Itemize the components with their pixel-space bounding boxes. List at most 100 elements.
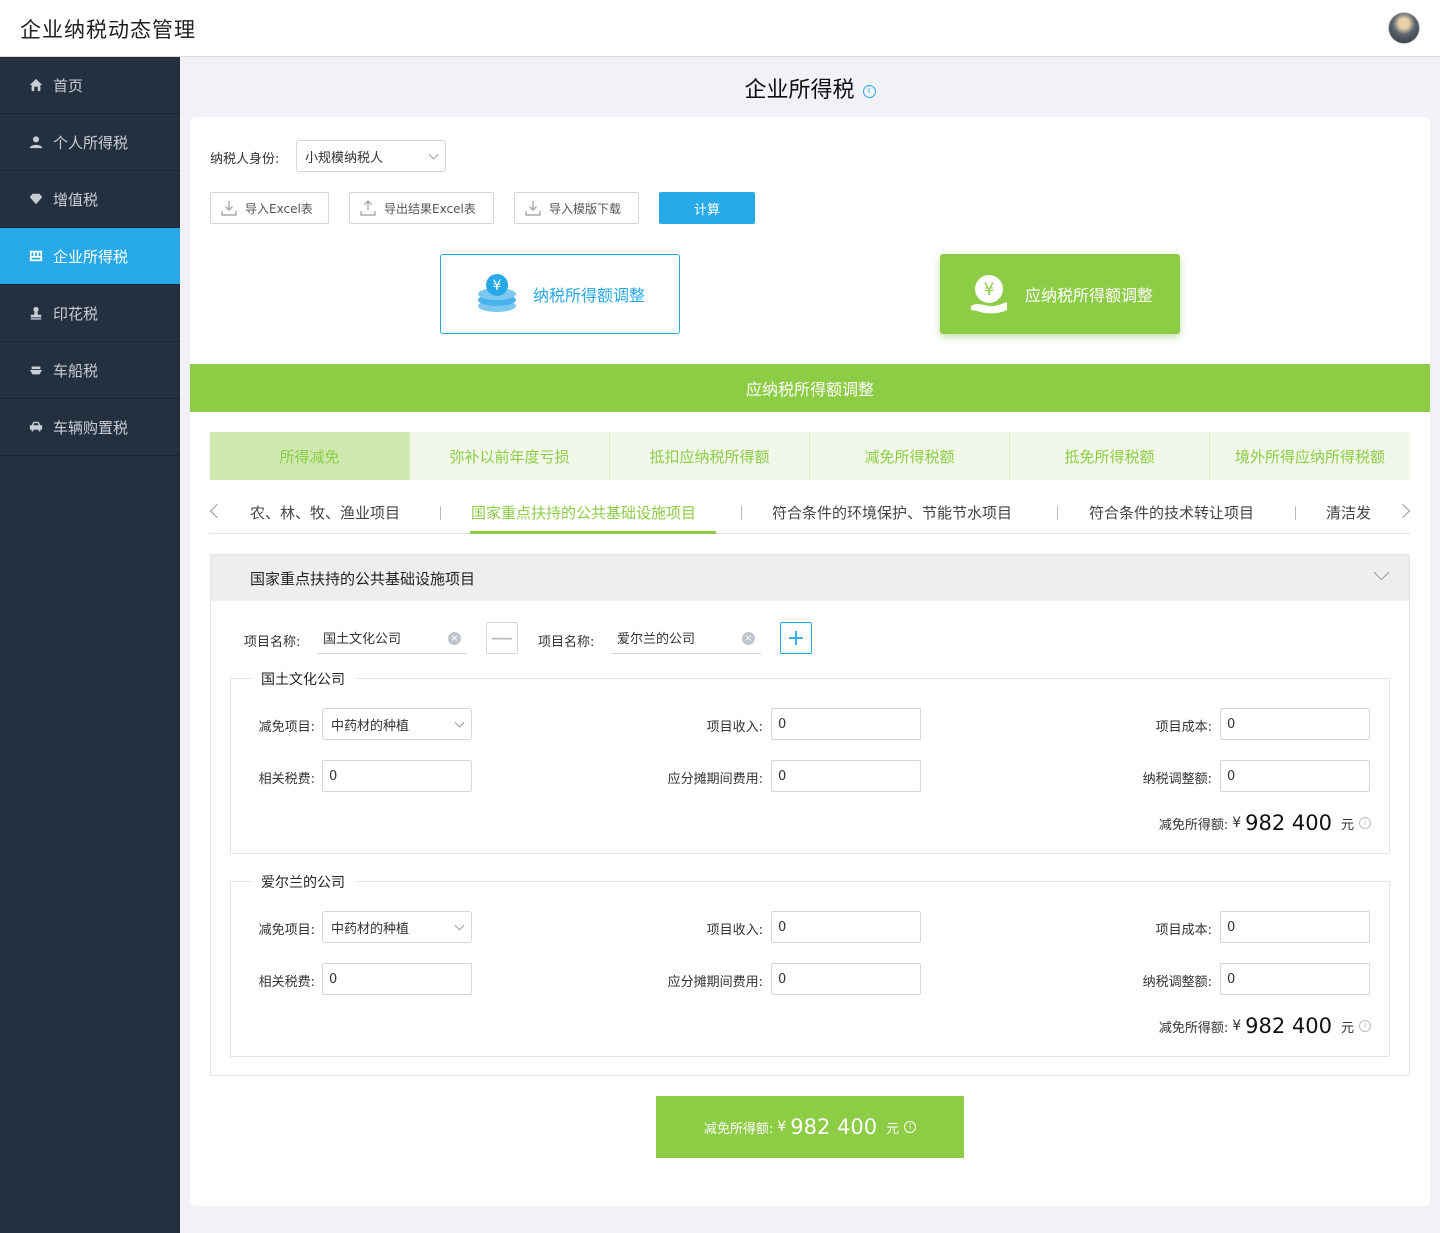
- tab-tax-credit[interactable]: 抵免所得税额: [1010, 432, 1210, 480]
- section-header-bar: 应纳税所得额调整: [190, 364, 1430, 412]
- project-cost-input[interactable]: 0: [1220, 708, 1370, 740]
- page-title-text: 企业所得税: [744, 78, 855, 103]
- car-icon: [28, 419, 44, 435]
- tab-foreign-income-tax[interactable]: 境外所得应纳所得税额: [1210, 432, 1410, 480]
- project-cost-label: 项目成本:: [1155, 720, 1212, 735]
- subtab-divider: [440, 506, 441, 520]
- subtab-divider: [741, 506, 742, 520]
- calculate-button[interactable]: 计算: [659, 192, 755, 224]
- avatar[interactable]: [1388, 12, 1420, 44]
- info-icon[interactable]: i: [904, 1121, 917, 1133]
- clear-icon[interactable]: ×: [448, 632, 461, 645]
- total-exempt-income-button[interactable]: 减免所得额: ¥ 982 400 元 i: [656, 1096, 964, 1158]
- subtab-agriculture[interactable]: 农、林、牧、渔业项目: [250, 502, 400, 523]
- exempt-item-label: 减免项目:: [258, 923, 315, 938]
- currency-symbol: ¥: [777, 1119, 787, 1135]
- sidebar-item-stamp-tax[interactable]: 印花税: [0, 285, 180, 342]
- collapse-panel: 国家重点扶持的公共基础设施项目 项目名称: 国土文化公司 × — 项目名称: 爱…: [210, 554, 1410, 1076]
- clear-icon[interactable]: ×: [742, 632, 755, 645]
- active-subtab-underline: [470, 531, 716, 534]
- coins-icon: ¥: [477, 274, 516, 312]
- download-icon: [221, 200, 237, 216]
- import-excel-button[interactable]: 导入Excel表: [210, 192, 329, 224]
- building-icon: [28, 248, 44, 264]
- info-icon[interactable]: i: [1359, 1020, 1371, 1032]
- related-taxes-label: 相关税费:: [258, 772, 315, 787]
- tax-adjustment-label: 纳税调整额:: [1142, 975, 1212, 990]
- payable-income-adjust-label: 应纳税所得额调整: [1024, 286, 1153, 305]
- home-icon: [28, 77, 44, 93]
- apportioned-expense-label: 应分摊期间费用:: [667, 772, 763, 787]
- sidebar-item-vehicle-purchase-tax[interactable]: 车辆购置税: [0, 399, 180, 456]
- info-icon[interactable]: i: [1359, 817, 1371, 829]
- svg-text:¥: ¥: [984, 280, 995, 300]
- add-project-button[interactable]: +: [780, 622, 812, 654]
- currency-unit: 元: [886, 1121, 900, 1137]
- boat-icon: [28, 362, 44, 378]
- apportioned-expense-input[interactable]: 0: [771, 760, 921, 792]
- apportioned-expense-input[interactable]: 0: [771, 963, 921, 995]
- top-header: 企业纳税动态管理: [0, 0, 1440, 57]
- chevron-down-icon[interactable]: [1373, 564, 1390, 581]
- project-cost-label: 项目成本:: [1155, 923, 1212, 938]
- download-template-button[interactable]: 导入模版下载: [514, 192, 639, 224]
- sidebar-item-personal-income-tax[interactable]: 个人所得税: [0, 114, 180, 171]
- sidebar-item-vessel-tax[interactable]: 车船税: [0, 342, 180, 399]
- download-template-label: 导入模版下载: [549, 201, 622, 216]
- sidebar-item-label: 增值税: [53, 190, 99, 209]
- sub-tabs: 农、林、牧、渔业项目 国家重点扶持的公共基础设施项目 符合条件的环境保护、节能节…: [209, 494, 1411, 534]
- exempt-income-amount: 982 400: [1245, 1014, 1332, 1038]
- section-header-text: 应纳税所得额调整: [745, 380, 874, 399]
- sidebar: 首页 个人所得税 增值税 企业所得税 印花税 车船税 车辆购置税: [0, 57, 180, 1233]
- exempt-item-select[interactable]: 中药材的种植: [322, 708, 472, 740]
- exempt-income-label: 减免所得额:: [1158, 1020, 1229, 1036]
- sidebar-item-home[interactable]: 首页: [0, 57, 180, 114]
- project-income-input[interactable]: 0: [771, 911, 921, 943]
- info-icon[interactable]: i: [862, 85, 876, 98]
- exempt-income-result: 减免所得额: ¥ 982 400 元 i: [1159, 1014, 1371, 1038]
- group-title: 爱尔兰的公司: [251, 872, 355, 892]
- svg-text:¥: ¥: [493, 278, 502, 294]
- project-name-input-1[interactable]: 国土文化公司 ×: [317, 622, 467, 654]
- tab-income-exemption[interactable]: 所得减免: [210, 432, 410, 480]
- chevron-down-icon: [454, 920, 465, 931]
- tab-tax-reduction[interactable]: 减免所得税额: [810, 432, 1010, 480]
- related-taxes-input[interactable]: 0: [322, 963, 472, 995]
- stamp-icon: [28, 305, 44, 321]
- export-excel-button[interactable]: 导出结果Excel表: [349, 192, 494, 224]
- taxable-income-adjust-card[interactable]: ¥ 纳税所得额调整: [440, 254, 680, 334]
- project-cost-input[interactable]: 0: [1220, 911, 1370, 943]
- subtab-clean-development[interactable]: 清洁发: [1326, 502, 1376, 523]
- panel-header[interactable]: 国家重点扶持的公共基础设施项目: [211, 555, 1409, 601]
- user-icon: [28, 134, 44, 150]
- project-name-input-2[interactable]: 爱尔兰的公司 ×: [611, 622, 761, 654]
- remove-project-button[interactable]: —: [486, 622, 518, 654]
- exempt-item-select[interactable]: 中药材的种植: [322, 911, 472, 943]
- category-tabs: 所得减免 弥补以前年度亏损 抵扣应纳税所得额 减免所得税额 抵免所得税额 境外所…: [210, 432, 1410, 480]
- identity-select[interactable]: 小规模纳税人: [296, 140, 446, 172]
- chevron-left-icon[interactable]: [209, 503, 225, 519]
- tab-deduct-taxable-income[interactable]: 抵扣应纳税所得额: [610, 432, 810, 480]
- main-card: 纳税人身份: 小规模纳税人 导入Excel表 导出结果Excel表 导入模版下载…: [190, 117, 1430, 1206]
- page-title: 企业所得税 i: [180, 72, 1440, 104]
- subtab-infrastructure[interactable]: 国家重点扶持的公共基础设施项目: [471, 502, 696, 523]
- sidebar-item-vat[interactable]: 增值税: [0, 171, 180, 228]
- download-icon: [525, 200, 541, 216]
- chevron-right-icon[interactable]: [1395, 503, 1411, 519]
- project-income-input[interactable]: 0: [771, 708, 921, 740]
- chevron-down-icon: [454, 717, 465, 728]
- tab-loss-carryforward[interactable]: 弥补以前年度亏损: [410, 432, 610, 480]
- sidebar-item-label: 企业所得税: [53, 247, 129, 266]
- upload-icon: [360, 200, 376, 216]
- tax-adjustment-input[interactable]: 0: [1220, 760, 1370, 792]
- payable-income-adjust-card[interactable]: ¥ 应纳税所得额调整: [940, 254, 1180, 334]
- export-excel-label: 导出结果Excel表: [384, 201, 476, 216]
- project-group-1: 国土文化公司 减免项目: 中药材的种植 项目收入: 0 项目成本: 0 相关税费…: [230, 669, 1390, 854]
- tax-adjustment-input[interactable]: 0: [1220, 963, 1370, 995]
- sidebar-item-corporate-income-tax[interactable]: 企业所得税: [0, 228, 180, 285]
- subtab-environmental[interactable]: 符合条件的环境保护、节能节水项目: [772, 502, 1012, 523]
- chevron-down-icon: [428, 149, 439, 160]
- panel-title: 国家重点扶持的公共基础设施项目: [250, 570, 476, 588]
- related-taxes-input[interactable]: 0: [322, 760, 472, 792]
- subtab-tech-transfer[interactable]: 符合条件的技术转让项目: [1089, 502, 1254, 523]
